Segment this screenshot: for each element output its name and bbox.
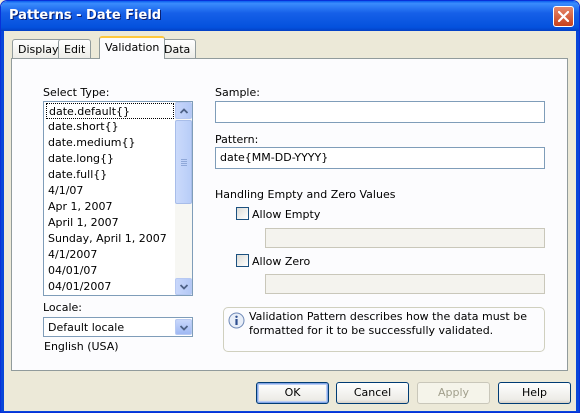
window-frame-left: [1, 31, 4, 412]
sample-label: Sample:: [215, 86, 260, 99]
list-item[interactable]: date.full{}: [46, 167, 174, 183]
info-text: Validation Pattern describes how the dat…: [249, 310, 527, 337]
list-item[interactable]: date.long{}: [46, 151, 174, 167]
chevron-down-icon: [180, 325, 188, 331]
list-item[interactable]: April 1, 2007: [46, 215, 174, 231]
allow-zero-checkbox[interactable]: [236, 254, 249, 267]
list-item[interactable]: 04/01/2007: [46, 279, 174, 295]
tab-validation[interactable]: Validation: [99, 36, 166, 59]
close-button[interactable]: [553, 6, 574, 27]
allow-zero-field[interactable]: [265, 274, 545, 294]
list-item[interactable]: date.medium{}: [46, 135, 174, 151]
sample-field[interactable]: [215, 101, 545, 123]
help-button[interactable]: Help: [498, 382, 571, 404]
allow-empty-checkbox[interactable]: [236, 207, 249, 220]
thumb-grip: [181, 163, 187, 164]
tab-edit[interactable]: Edit: [58, 39, 92, 59]
select-type-label: Select Type:: [43, 86, 110, 99]
thumb-grip: [181, 159, 187, 160]
scroll-thumb[interactable]: [175, 120, 192, 204]
locale-selected-value: Default locale: [48, 321, 125, 334]
thumb-grip: [181, 165, 187, 166]
locale-description: English (USA): [44, 340, 119, 353]
ok-button[interactable]: OK: [256, 382, 329, 404]
list-item[interactable]: Sunday, April 1, 2007: [46, 231, 174, 247]
title-bar[interactable]: Patterns - Date Field: [1, 1, 579, 31]
pattern-label: Pattern:: [215, 133, 259, 146]
list-item[interactable]: 4/1/2007: [46, 247, 174, 263]
dialog-window: Patterns - Date Field Display Edit Valid…: [0, 0, 580, 413]
allow-empty-field[interactable]: [265, 228, 545, 248]
select-type-listbox[interactable]: date.default{} date.short{} date.medium{…: [43, 101, 193, 296]
allow-empty-label[interactable]: Allow Empty: [252, 208, 320, 221]
scroll-up-button[interactable]: [175, 102, 192, 119]
list-item[interactable]: 4/1/07: [46, 183, 174, 199]
scroll-down-button[interactable]: [175, 278, 192, 295]
pattern-field[interactable]: date{MM-DD-YYYY}: [215, 147, 545, 169]
info-box: Validation Pattern describes how the dat…: [223, 307, 545, 352]
list-item[interactable]: date.short{}: [46, 119, 174, 135]
thumb-grip: [181, 161, 187, 162]
chevron-up-icon: [180, 108, 188, 114]
tab-display[interactable]: Display: [12, 39, 65, 59]
window-title: Patterns - Date Field: [9, 8, 162, 23]
locale-dropdown-button[interactable]: [175, 319, 192, 335]
apply-button[interactable]: Apply: [417, 382, 490, 404]
window-frame-right: [576, 31, 579, 412]
list-item[interactable]: Apr 1, 2007: [46, 199, 174, 215]
allow-zero-label[interactable]: Allow Zero: [252, 255, 310, 268]
listbox-scrollbar[interactable]: [175, 102, 192, 295]
list-item[interactable]: date.default{}: [46, 103, 174, 119]
locale-dropdown[interactable]: Default locale: [43, 317, 193, 337]
close-icon: [558, 11, 569, 22]
chevron-down-icon: [180, 284, 188, 290]
info-icon: [228, 312, 245, 329]
handling-heading: Handling Empty and Zero Values: [215, 188, 396, 201]
cancel-button[interactable]: Cancel: [336, 382, 409, 404]
locale-label: Locale:: [43, 301, 82, 314]
list-item[interactable]: 04/01/07: [46, 263, 174, 279]
